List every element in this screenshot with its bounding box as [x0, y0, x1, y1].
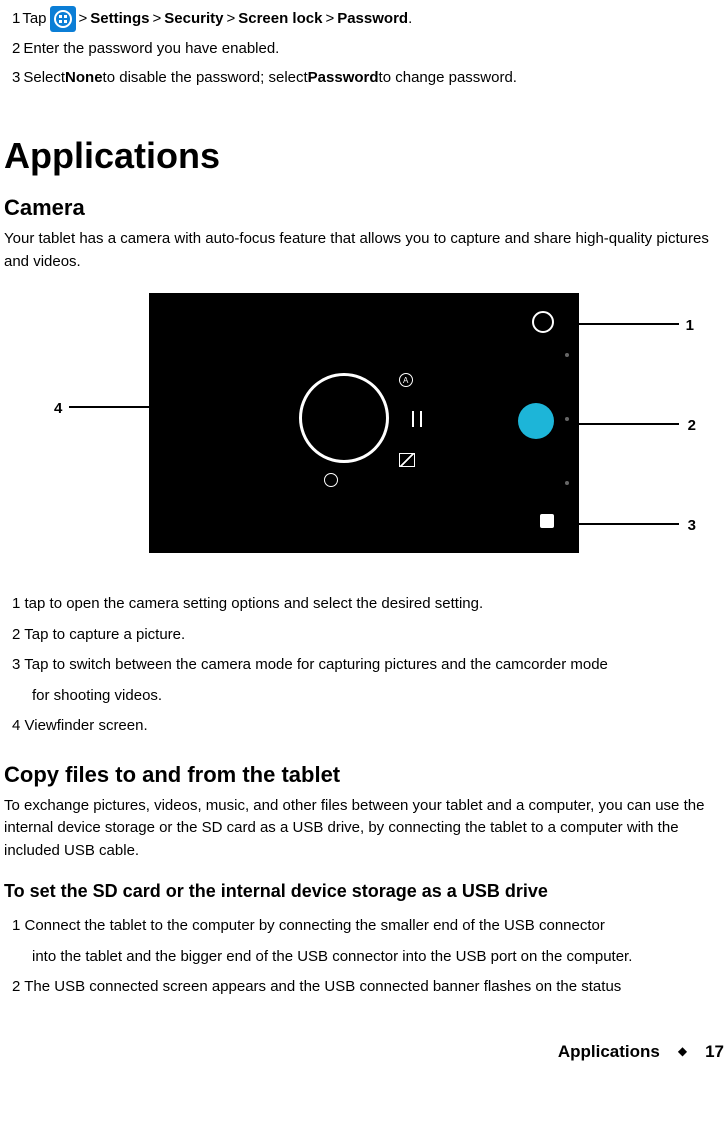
apps-icon: [50, 6, 76, 32]
step-text: Enter the password you have enabled.: [23, 38, 279, 61]
screenlock-label: Screen lock: [238, 8, 322, 31]
sliders-icon: [409, 411, 427, 429]
legend-item-3: 3 Tap to switch between the camera mode …: [12, 654, 724, 677]
settings-label: Settings: [90, 8, 149, 31]
camera-diagram: 1 2 3 4: [4, 293, 724, 563]
usb-step-1-cont: into the tablet and the bigger end of th…: [12, 946, 724, 969]
shutter-button-icon: [518, 403, 554, 439]
page-footer: Applications ◆ 17: [4, 1039, 724, 1065]
camera-setting-icon: [532, 311, 554, 333]
camera-heading: Camera: [4, 191, 724, 224]
callout-line: [571, 323, 679, 325]
step-text: to change password.: [379, 67, 517, 90]
separator: >: [325, 8, 334, 31]
callout-1: 1: [686, 315, 694, 338]
callout-line: [571, 523, 679, 525]
grid-icon: [399, 453, 415, 467]
footer-section: Applications: [558, 1039, 660, 1065]
callout-4: 4: [54, 398, 62, 421]
page-number: 17: [705, 1039, 724, 1065]
copy-files-intro: To exchange pictures, videos, music, and…: [4, 795, 724, 863]
diamond-icon: ◆: [678, 1042, 687, 1060]
password-label: Password: [308, 67, 379, 90]
usb-steps: 1 Connect the tablet to the computer by …: [12, 915, 724, 999]
step-1: 1 Tap > Settings > Security > Screen loc…: [12, 6, 724, 32]
camera-switch-icon: [324, 473, 338, 487]
step-2: 2 Enter the password you have enabled.: [12, 38, 724, 61]
indicator-dots: [565, 353, 569, 485]
step-number: 3: [12, 67, 20, 90]
password-steps: 1 Tap > Settings > Security > Screen loc…: [12, 6, 724, 89]
usb-drive-subtitle: To set the SD card or the internal devic…: [4, 878, 724, 905]
callout-line: [571, 423, 679, 425]
step-3: 3 Select None to disable the password; s…: [12, 67, 724, 90]
usb-step-2: 2 The USB connected screen appears and t…: [12, 976, 724, 999]
legend-item-1: 1 tap to open the camera setting options…: [12, 593, 724, 616]
callout-2: 2: [688, 415, 696, 438]
legend-item-2: 2 Tap to capture a picture.: [12, 624, 724, 647]
focus-ring-icon: [299, 373, 389, 463]
mode-switch-icon: [540, 514, 554, 528]
camera-legend: 1 tap to open the camera setting options…: [12, 593, 724, 738]
callout-line: [69, 406, 149, 408]
usb-step-1: 1 Connect the tablet to the computer by …: [12, 915, 724, 938]
step-number: 2: [12, 38, 20, 61]
separator: >: [226, 8, 235, 31]
camera-intro: Your tablet has a camera with auto-focus…: [4, 228, 724, 273]
step-number: 1: [12, 8, 20, 31]
step-text: to disable the password; select: [103, 67, 308, 90]
camera-viewfinder: [149, 293, 579, 553]
separator: >: [152, 8, 161, 31]
legend-item-3-cont: for shooting videos.: [12, 685, 724, 708]
none-label: None: [65, 67, 103, 90]
period: .: [408, 8, 412, 31]
security-label: Security: [164, 8, 223, 31]
step-text: Tap: [22, 8, 46, 31]
copy-files-heading: Copy files to and from the tablet: [4, 758, 724, 791]
password-label: Password: [337, 8, 408, 31]
auto-icon: [399, 373, 413, 387]
separator: >: [79, 8, 88, 31]
callout-3: 3: [688, 515, 696, 538]
applications-heading: Applications: [4, 129, 724, 183]
legend-item-4: 4 Viewfinder screen.: [12, 715, 724, 738]
step-text: Select: [23, 67, 65, 90]
